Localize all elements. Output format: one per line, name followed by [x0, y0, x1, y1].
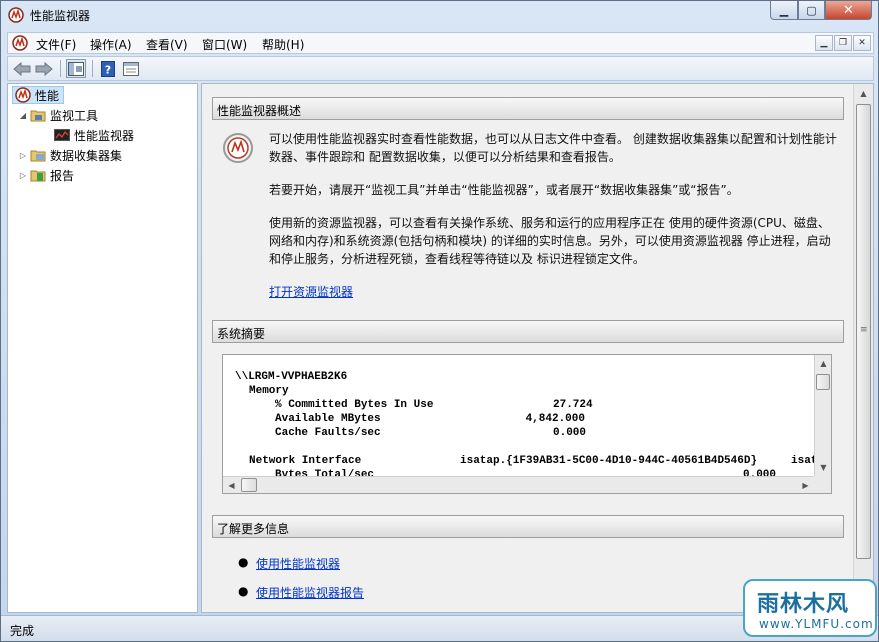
menu-action[interactable]: 操作(A)	[88, 35, 134, 54]
show-hide-tree-button[interactable]	[66, 59, 86, 78]
section-header-summary[interactable]: 系统摘要	[212, 320, 844, 343]
help-button[interactable]: ?	[98, 59, 118, 78]
mdi-system-icon[interactable]	[12, 35, 28, 51]
machine-name: \\LRGM-VVPHAEB2K6	[235, 371, 348, 383]
learn-link-performance-reports[interactable]: 使用性能监视器报告	[256, 584, 364, 601]
expand-arrow-icon[interactable]: ▷	[18, 171, 28, 180]
overview-paragraph-1: 可以使用性能监视器实时查看性能数据，也可以从日志文件中查看。 创建数据收集器集以…	[269, 132, 837, 164]
section-header-learn-more[interactable]: 了解更多信息	[212, 515, 844, 538]
toolbar-separator	[92, 60, 93, 77]
minimize-button[interactable]: ▁	[770, 1, 798, 20]
details-vertical-scrollbar[interactable]: ▲ ≡ ▼	[853, 84, 873, 612]
bullet-dot: ●	[238, 584, 249, 598]
scroll-right-icon[interactable]: ▶	[797, 477, 814, 493]
data-collector-icon	[30, 150, 46, 162]
performance-monitor-icon	[8, 7, 24, 23]
scroll-left-icon[interactable]: ◀	[223, 477, 240, 493]
counter-name: % Committed Bytes In Use	[275, 399, 434, 411]
tree-item-label: 监视工具	[50, 108, 99, 123]
mdi-restore-button[interactable]: ❐	[834, 35, 852, 51]
forward-arrow-icon	[35, 61, 53, 76]
scroll-up-icon[interactable]: ▲	[855, 85, 872, 102]
section-header-overview[interactable]: 性能监视器概述	[212, 97, 844, 120]
scroll-corner	[814, 476, 831, 493]
watermark-logo: 雨林木风 www.YLMFU.com	[743, 579, 877, 637]
content-area: 性能监视器概述 可以使用性能监视器实时查看性能数据，也可以从日志文件中查看。 创…	[202, 84, 853, 612]
menu-file[interactable]: 文件(F)	[34, 35, 78, 54]
tree-item-monitoring-tools[interactable]: ◢ 监视工具	[18, 106, 98, 124]
maximize-button[interactable]: ▢	[798, 1, 825, 20]
main-window: 性能监视器 ▁ ▢ ✕ 文件(F) 操作(A) 查看(V) 窗口(W) 帮助(H…	[0, 0, 879, 642]
counter-value: 4,842.000	[525, 413, 585, 425]
mdi-minimize-button[interactable]: ▁	[815, 35, 833, 51]
tree-item-label: 数据收集器集	[50, 148, 123, 163]
console-tree-icon	[68, 61, 84, 76]
scroll-thumb[interactable]: ≡	[856, 104, 871, 559]
expand-arrow-icon[interactable]: ▷	[18, 151, 28, 160]
learn-link-performance-monitor[interactable]: 使用性能监视器	[256, 555, 340, 572]
watermark-url: www.YLMFU.com	[759, 617, 874, 631]
tree-item-performance-monitor[interactable]: 性能监视器	[42, 126, 134, 144]
tree-item-reports[interactable]: ▷ 报告	[18, 166, 74, 184]
console-tree: 性能 ◢ 监视工具 性能监视器 ▷ 数据收集器集 ▷ 报告	[7, 83, 198, 613]
tree-item-label: 性能监视器	[74, 128, 135, 143]
close-button[interactable]: ✕	[825, 1, 872, 20]
scroll-down-icon[interactable]: ▼	[815, 459, 831, 476]
counter-name: Cache Faults/sec	[275, 427, 381, 439]
watermark-text: 雨林木风	[757, 592, 850, 617]
overview-paragraph-3: 使用新的资源监视器，可以查看有关操作系统、服务和运行的应用程序正在 使用的硬件资…	[269, 216, 831, 266]
scroll-thumb[interactable]	[816, 374, 830, 390]
bullet-dot: ●	[238, 555, 249, 569]
overview-monitor-icon	[223, 133, 253, 163]
properties-icon	[123, 61, 139, 76]
tree-item-data-collector-sets[interactable]: ▷ 数据收集器集	[18, 146, 122, 164]
network-instance: isatap.{1F39AB31-5C00-4D10-944C-40561B4D…	[460, 455, 758, 467]
counter-name: Available MBytes	[275, 413, 381, 425]
tree-item-label: 性能	[35, 88, 60, 103]
menu-bar: 文件(F) 操作(A) 查看(V) 窗口(W) 帮助(H) ▁ ❐ ✕	[7, 32, 874, 54]
tree-item-label: 报告	[50, 168, 75, 183]
title-bar[interactable]: 性能监视器 ▁ ▢ ✕	[1, 1, 878, 28]
scroll-thumb[interactable]	[241, 478, 257, 492]
toolbar: ?	[7, 56, 874, 81]
help-icon: ?	[101, 60, 115, 77]
status-text: 完成	[10, 624, 35, 638]
collapse-arrow-icon[interactable]: ◢	[18, 111, 28, 120]
forward-button[interactable]	[34, 59, 54, 78]
scroll-up-icon[interactable]: ▲	[815, 355, 831, 372]
mdi-close-button[interactable]: ✕	[853, 35, 871, 51]
menu-help[interactable]: 帮助(H)	[260, 35, 306, 54]
report-icon	[30, 170, 46, 182]
toolbar-separator	[60, 60, 61, 77]
svg-text:?: ?	[105, 63, 111, 76]
memory-label: Memory	[249, 385, 289, 397]
counter-value: 0.000	[553, 427, 587, 439]
summary-horizontal-scrollbar[interactable]: ◀ ▶	[223, 476, 814, 493]
folder-icon	[30, 110, 46, 122]
counter-value: 27.724	[553, 399, 593, 411]
performance-icon	[15, 87, 31, 103]
back-arrow-icon	[13, 61, 31, 76]
overview-paragraph-2: 若要开始，请展开“监视工具”并单击“性能监视器”，或者展开“数据收集器集”或“报…	[269, 183, 739, 197]
menu-window[interactable]: 窗口(W)	[200, 35, 249, 54]
summary-vertical-scrollbar[interactable]: ▲ ▼	[814, 355, 831, 476]
monitor-chart-icon	[54, 129, 70, 141]
details-pane: 性能监视器概述 可以使用性能监视器实时查看性能数据，也可以从日志文件中查看。 创…	[201, 83, 874, 613]
back-button[interactable]	[12, 59, 32, 78]
menu-view[interactable]: 查看(V)	[144, 35, 190, 54]
properties-button[interactable]	[121, 59, 141, 78]
network-label: Network Interface	[249, 455, 362, 467]
open-resource-monitor-link[interactable]: 打开资源监视器	[269, 283, 353, 301]
window-title: 性能监视器	[30, 9, 91, 23]
tree-item-performance[interactable]: 性能	[12, 86, 65, 104]
system-summary-panel[interactable]: \\LRGM-VVPHAEB2K6 Memory % Committed Byt…	[222, 354, 832, 494]
